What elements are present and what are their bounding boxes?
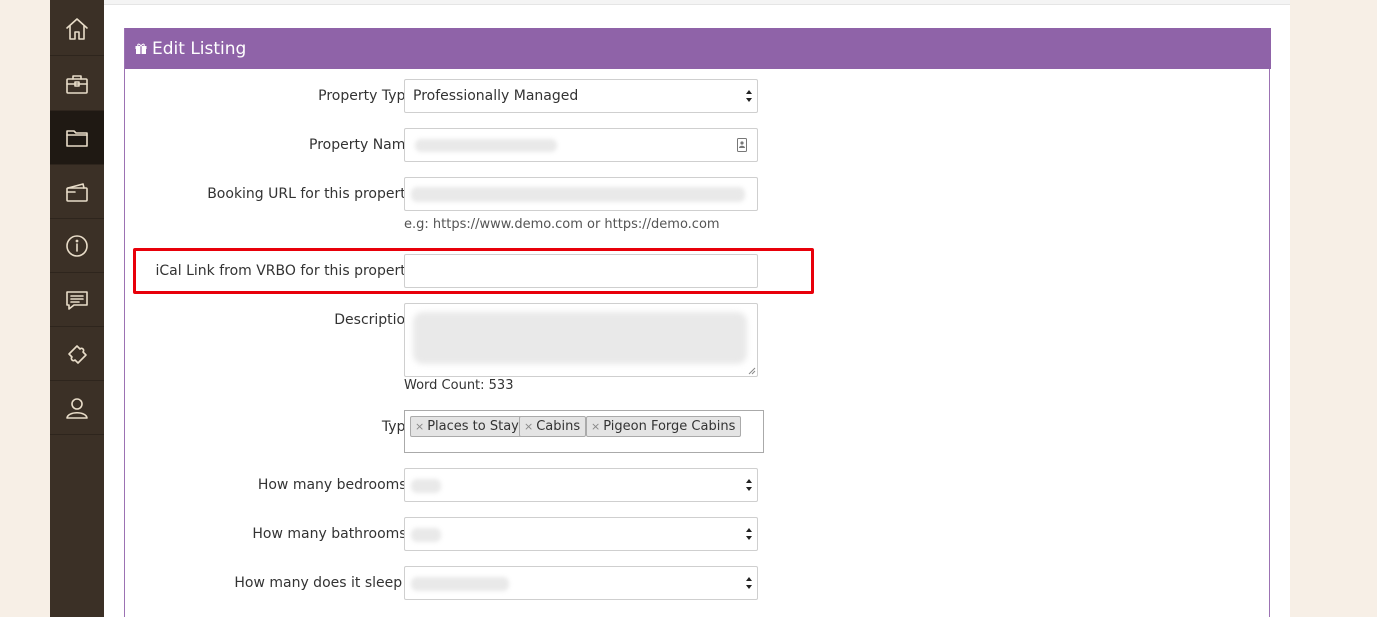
user-icon (66, 397, 88, 419)
bathrooms-select[interactable] (404, 517, 758, 551)
top-strip (104, 0, 1290, 5)
puzzle-icon (68, 344, 87, 364)
property-type-select[interactable]: Professionally Managed (404, 79, 758, 113)
sidebar-item-profile[interactable] (50, 381, 104, 435)
redacted-value (411, 187, 745, 202)
page-background-right (1290, 0, 1377, 617)
sidebar-item-info[interactable] (50, 219, 104, 273)
select-arrows-icon (746, 577, 752, 589)
redacted-value (411, 577, 509, 591)
select-arrows-icon (746, 90, 752, 102)
annotation-highlight-box (133, 248, 814, 294)
panel-header: Edit Listing (125, 28, 1271, 69)
redacted-value (415, 139, 557, 152)
redacted-value (413, 312, 747, 364)
booking-url-hint: e.g: https://www.demo.com or https://dem… (404, 217, 720, 232)
select-arrows-icon (746, 479, 752, 491)
bedrooms-select[interactable] (404, 468, 758, 502)
redacted-value (411, 479, 441, 493)
property-type-label: Property Type (318, 88, 414, 104)
bathrooms-label: How many bathrooms? (252, 526, 414, 542)
select-arrows-icon (746, 528, 752, 540)
remove-tag-icon[interactable]: × (415, 420, 424, 433)
tag-places-to-stay[interactable]: × Places to Stay (410, 416, 525, 437)
contact-card-icon (737, 138, 747, 152)
home-icon (66, 17, 88, 40)
tag-label: Pigeon Forge Cabins (603, 419, 736, 434)
bedrooms-label: How many bedrooms? (257, 477, 414, 493)
property-name-label: Property Name (309, 137, 414, 153)
remove-tag-icon[interactable]: × (524, 420, 533, 433)
tag-cabins[interactable]: × Cabins (519, 416, 587, 437)
gift-icon (135, 43, 147, 54)
wallet-icon (66, 182, 88, 202)
property-type-value: Professionally Managed (413, 88, 579, 104)
sidebar-item-addons[interactable] (50, 327, 104, 381)
redacted-value (411, 528, 441, 542)
tag-label: Places to Stay (427, 419, 519, 434)
message-icon (66, 290, 88, 310)
remove-tag-icon[interactable]: × (591, 420, 600, 433)
info-icon (66, 234, 88, 257)
folder-icon (66, 129, 88, 147)
resize-handle-icon[interactable] (748, 367, 756, 375)
sidebar-item-home[interactable] (50, 2, 104, 56)
type-tags-input[interactable]: × Places to Stay × Cabins × Pigeon Forge… (404, 410, 764, 453)
tag-label: Cabins (536, 419, 581, 434)
booking-url-input[interactable] (404, 177, 758, 211)
panel-title: Edit Listing (152, 38, 247, 59)
main-content: Edit Listing Property Type Professionall… (104, 0, 1290, 617)
briefcase-icon (66, 74, 88, 94)
description-label: Description (334, 312, 414, 328)
sidebar-item-messages[interactable] (50, 273, 104, 327)
sidebar (50, 0, 104, 617)
sleeps-select[interactable] (404, 566, 758, 600)
tag-pigeon-forge-cabins[interactable]: × Pigeon Forge Cabins (586, 416, 742, 437)
sidebar-item-wallet[interactable] (50, 165, 104, 219)
word-count: Word Count: 533 (404, 378, 514, 393)
description-textarea[interactable] (404, 303, 758, 377)
property-name-input[interactable] (404, 128, 758, 162)
sidebar-item-folder[interactable] (50, 111, 104, 165)
booking-url-label: Booking URL for this property (207, 186, 414, 202)
sleeps-label: How many does it sleep ? (234, 575, 414, 591)
sidebar-item-briefcase[interactable] (50, 57, 104, 111)
